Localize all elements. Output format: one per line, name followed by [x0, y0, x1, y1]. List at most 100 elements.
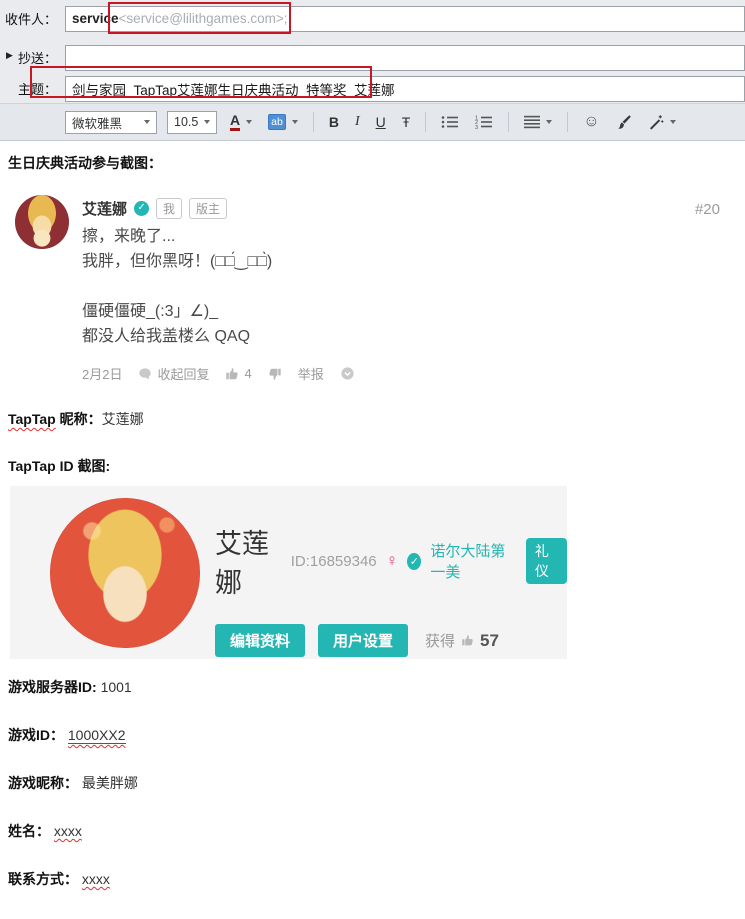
name-label: 姓名：: [8, 823, 50, 839]
highlight-icon: ab: [268, 114, 286, 130]
recipient-address: <service@lilithgames.com>;: [118, 11, 288, 26]
emoji-icon: ☺: [583, 113, 600, 130]
game-id-label: 游戏ID：: [8, 727, 64, 743]
taptap-profile-card: 艾莲娜 ID:16859346 ♀ ✓ 诺尔大陆第一美 礼仪 编辑资料 用户设置…: [10, 486, 567, 659]
post-tag-moderator: 版主: [189, 197, 228, 219]
server-id-line: 游戏服务器ID: 1001: [8, 677, 745, 697]
earned-count: 57: [480, 630, 499, 650]
mail-body-editor[interactable]: 生日庆典活动参与截图： #20 艾莲娜 ✓ 我 版主 擦，来晚了... 我胖，但…: [0, 153, 745, 919]
contact-value: xxxx: [81, 871, 110, 887]
profile-id: ID:16859346: [290, 552, 377, 570]
cc-expand-arrow-icon[interactable]: ▶: [6, 51, 13, 60]
toolbar-divider: [425, 112, 427, 132]
screenshot-heading: 生日庆典活动参与截图：: [8, 155, 162, 171]
underline-button[interactable]: U: [373, 112, 389, 132]
italic-button[interactable]: I: [352, 112, 363, 132]
taptap-nickname-line: TapTap 昵称：艾莲娜: [8, 409, 745, 429]
svg-text:3: 3: [475, 125, 478, 129]
editor-toolbar: 微软雅黑 10.5 A ab B I U Ŧ 1 2 3 ☺: [0, 104, 745, 141]
format-painter-button[interactable]: [613, 112, 635, 132]
italic-icon: I: [354, 114, 360, 129]
chevron-down-icon: [204, 120, 210, 124]
edit-profile-button[interactable]: 编辑资料: [215, 624, 305, 657]
thumbs-up-icon: [462, 635, 473, 646]
taptap-brand-text: TapTap: [8, 458, 56, 474]
bold-button[interactable]: B: [326, 112, 342, 132]
game-nickname-label: 游戏昵称：: [8, 775, 78, 791]
font-color-icon: A: [230, 113, 241, 131]
paintbrush-icon: [617, 115, 631, 129]
numbered-list-icon: 123: [475, 116, 493, 129]
underline-icon: U: [375, 114, 386, 130]
subject-text: 剑与家园_TapTap艾莲娜生日庆典活动_特等奖_艾莲娜: [72, 82, 395, 98]
recipient-input[interactable]: service <service@lilithgames.com>;: [65, 5, 745, 32]
forum-post-screenshot: #20 艾莲娜 ✓ 我 版主 擦，来晚了... 我胖，但你黑呀！(□□́‿□□̀…: [15, 195, 745, 383]
toolbar-divider: [312, 112, 314, 132]
highlight-color-button[interactable]: ab: [265, 112, 301, 132]
subject-input[interactable]: 剑与家园_TapTap艾莲娜生日庆典活动_特等奖_艾莲娜: [65, 75, 745, 102]
game-id-line: 游戏ID： 1000XX2: [8, 725, 745, 745]
align-icon: [524, 115, 541, 129]
thumbs-down-icon: [269, 368, 281, 380]
post-author-avatar: [15, 195, 69, 249]
report-label: 举报: [297, 367, 324, 382]
game-nickname-line: 游戏昵称： 最美胖娜: [8, 773, 745, 793]
toolbar-divider: [567, 112, 569, 132]
chevron-down-icon: [291, 120, 298, 124]
post-author-name: 艾莲娜: [82, 200, 128, 218]
bullet-list-icon: [441, 116, 459, 128]
game-id-value: 1000XX2: [67, 727, 126, 744]
alignment-button[interactable]: [521, 113, 555, 131]
magic-wand-button[interactable]: [645, 112, 679, 132]
mail-compose-page: 收件人： service <service@lilithgames.com>; …: [0, 0, 745, 919]
collapse-replies-label: 收起回复: [157, 367, 210, 382]
thumbs-up-icon: [226, 367, 239, 379]
numbered-list-button[interactable]: 123: [472, 113, 496, 131]
contact-label: 联系方式：: [8, 871, 78, 887]
cc-input[interactable]: [65, 44, 745, 71]
report-button[interactable]: 举报: [298, 364, 324, 383]
user-settings-button[interactable]: 用户设置: [318, 624, 408, 657]
dislike-button[interactable]: [268, 367, 282, 381]
speech-bubble-icon: [139, 367, 152, 379]
chevron-down-icon: [246, 120, 253, 124]
post-text-line: 都没人给我盖楼么 QAQ: [82, 328, 251, 345]
font-size-select[interactable]: 10.5: [167, 110, 217, 134]
strikethrough-icon: Ŧ: [401, 114, 411, 130]
bold-icon: B: [328, 114, 339, 130]
subject-label: 主题：: [17, 82, 57, 97]
etiquette-badge: 礼仪: [525, 538, 567, 584]
post-floor-number: #20: [694, 201, 720, 218]
post-date: 2月2日: [82, 367, 123, 382]
post-text-line: 我胖，但你黑呀！(□□́‿□□̀): [82, 253, 273, 270]
verified-badge-icon: ✓: [407, 552, 422, 570]
like-button[interactable]: 4: [225, 366, 252, 381]
post-text-line: 擦，来晚了...: [82, 228, 176, 245]
collapse-replies-button[interactable]: 收起回复: [138, 364, 209, 383]
taptap-id-heading: TapTap ID 截图:: [8, 456, 745, 476]
taptap-brand-text: TapTap: [8, 411, 56, 427]
contact-line: 联系方式： xxxx: [8, 869, 745, 889]
chevron-down-icon: [669, 120, 676, 124]
chevron-down-icon: [144, 120, 150, 124]
font-family-value: 微软雅黑: [72, 116, 123, 131]
subject-row: 主题： 剑与家园_TapTap艾莲娜生日庆典活动_特等奖_艾莲娜: [0, 75, 745, 102]
strikethrough-button[interactable]: Ŧ: [399, 112, 414, 132]
like-count: 4: [244, 366, 252, 381]
emoji-button[interactable]: ☺: [580, 111, 602, 133]
more-options-button[interactable]: [340, 366, 355, 381]
font-size-value: 10.5: [174, 115, 199, 129]
name-line: 姓名： xxxx: [8, 821, 745, 841]
compose-header: 收件人： service <service@lilithgames.com>; …: [0, 0, 745, 104]
font-color-button[interactable]: A: [227, 111, 255, 133]
verified-badge-icon: ✓: [134, 200, 150, 216]
name-value: xxxx: [53, 823, 82, 839]
chevron-down-icon: [546, 120, 553, 124]
recipient-row: 收件人： service <service@lilithgames.com>;: [0, 5, 745, 32]
bullet-list-button[interactable]: [438, 113, 462, 131]
font-family-select[interactable]: 微软雅黑: [65, 110, 157, 134]
toolbar-divider: [508, 112, 510, 132]
server-id-label: 游戏服务器ID:: [8, 679, 97, 695]
earned-label: 获得: [425, 633, 456, 650]
